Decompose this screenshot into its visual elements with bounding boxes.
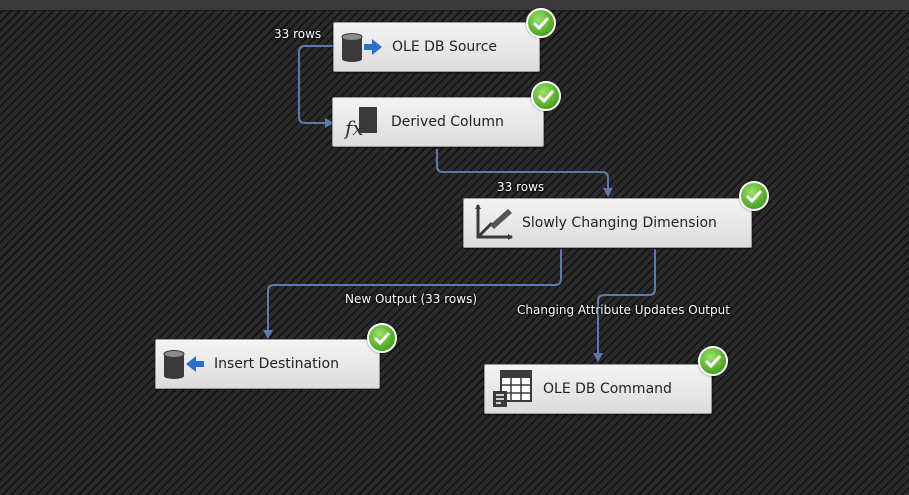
success-check-icon [367,323,397,353]
arrowhead-insert [263,330,273,339]
insert-destination-component[interactable]: Insert Destination [155,339,380,389]
derived-column-component[interactable]: fx Derived Column [332,97,544,147]
path-source-to-derived [298,45,334,124]
oledb-command-component[interactable]: OLE DB Command [484,364,712,414]
path-label-new-output: New Output (33 rows) [345,292,478,306]
path-scd-to-insert [267,249,562,333]
insert-destination-label: Insert Destination [214,356,339,372]
data-flow-paths [263,45,656,362]
success-check-icon [531,81,561,111]
success-check-icon [739,181,769,211]
arrowhead-command [593,353,603,362]
oledb-command-label: OLE DB Command [543,381,672,397]
arrowhead-scd [603,188,613,197]
oledb-source-component[interactable]: OLE DB Source [333,22,540,72]
svg-text:fx: fx [343,116,364,139]
path-label-derived: 33 rows [497,180,545,194]
derived-column-label: Derived Column [391,114,504,130]
scd-component[interactable]: Slowly Changing Dimension [463,198,752,248]
path-label-source: 33 rows [274,27,322,41]
fx-function-icon: fx [339,102,383,142]
database-source-icon [340,27,384,67]
success-check-icon [698,346,728,376]
path-label-changing-attribute: Changing Attribute Updates Output [517,303,730,317]
dimension-chart-icon [470,203,514,243]
oledb-source-label: OLE DB Source [392,39,498,55]
table-command-icon [491,369,535,409]
scd-label: Slowly Changing Dimension [522,215,717,231]
success-check-icon [526,8,556,38]
database-destination-icon [162,344,206,384]
